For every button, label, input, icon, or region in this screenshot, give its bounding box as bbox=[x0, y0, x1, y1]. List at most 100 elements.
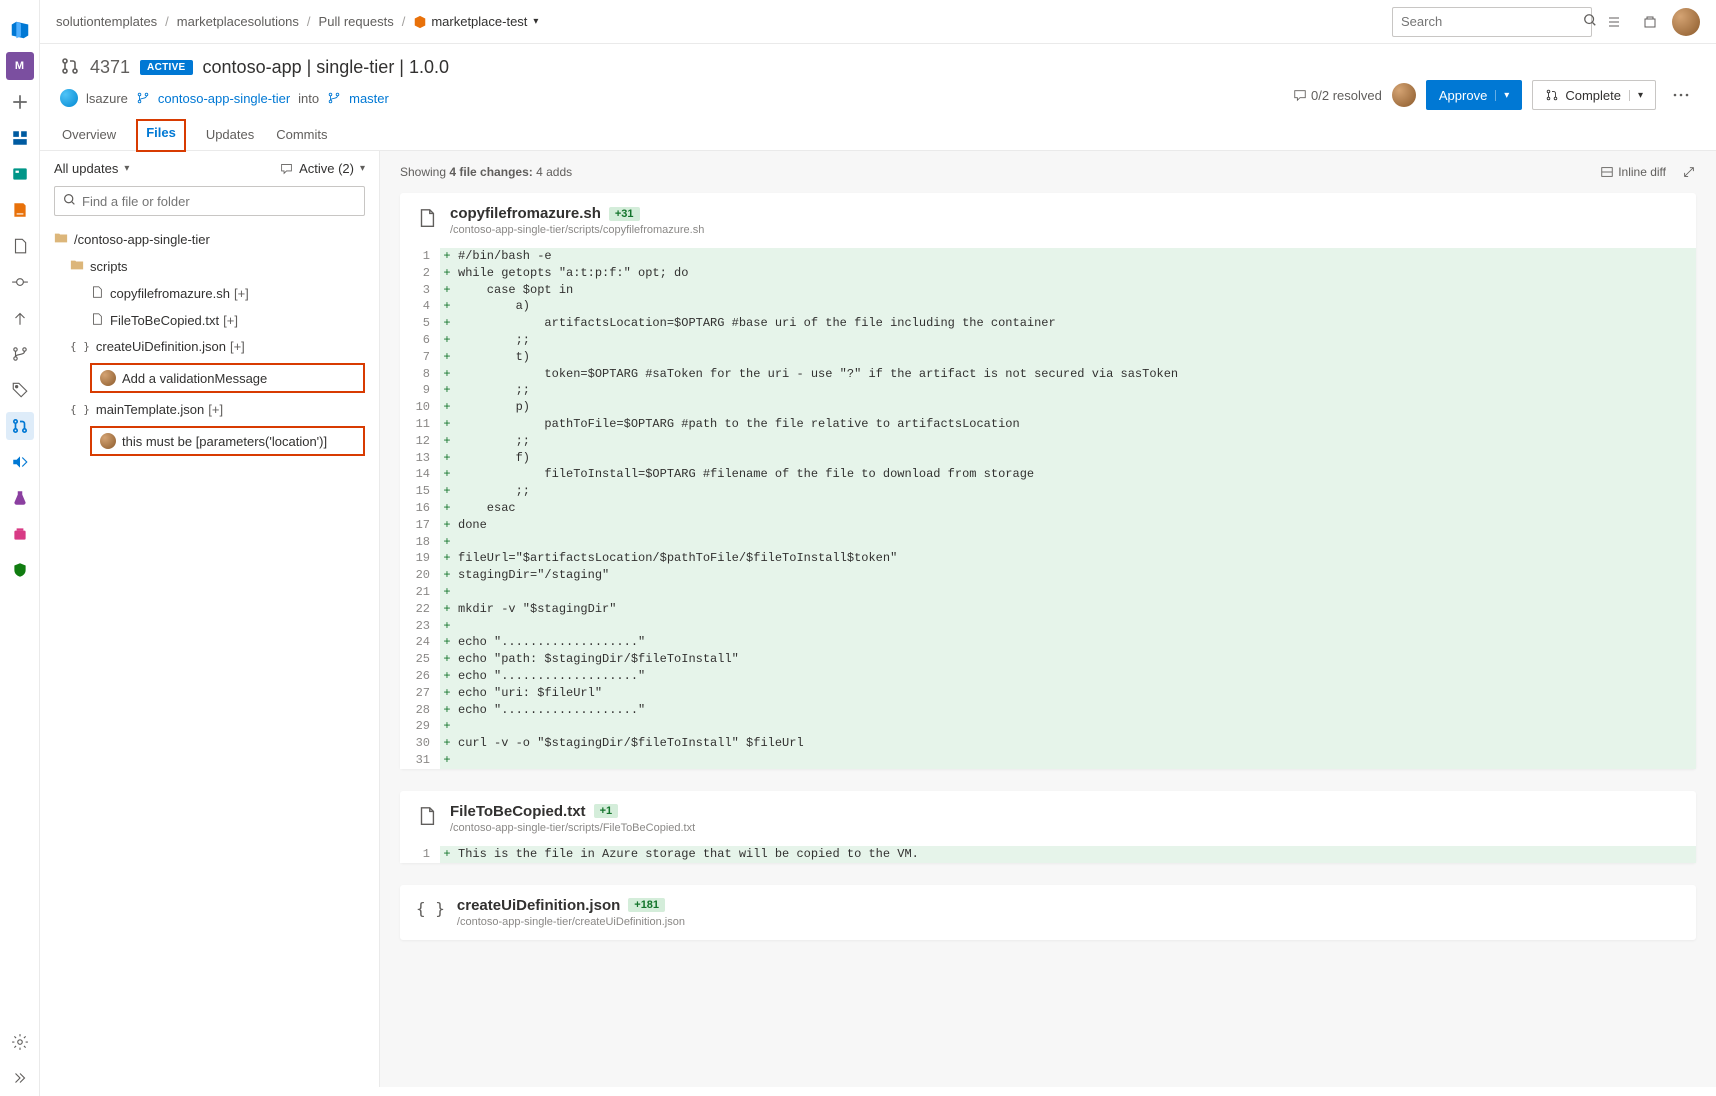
diff-line[interactable]: 19+fileUrl="$artifactsLocation/$pathToFi… bbox=[400, 550, 1696, 567]
tab-overview[interactable]: Overview bbox=[60, 121, 118, 150]
diff-line[interactable]: 16+ esac bbox=[400, 500, 1696, 517]
diff-file-name[interactable]: FileToBeCopied.txt bbox=[450, 803, 586, 820]
diff-line[interactable]: 13+ f) bbox=[400, 450, 1696, 467]
add-icon[interactable] bbox=[6, 88, 34, 116]
more-actions-button[interactable] bbox=[1666, 80, 1696, 110]
diff-line[interactable]: 6+ ;; bbox=[400, 332, 1696, 349]
test-plans-icon[interactable] bbox=[6, 484, 34, 512]
list-view-icon[interactable] bbox=[1600, 8, 1628, 36]
active-comments-dropdown[interactable]: Active (2) ▾ bbox=[280, 161, 365, 176]
pushes-icon[interactable] bbox=[6, 304, 34, 332]
tree-file[interactable]: { } mainTemplate.json [+] bbox=[40, 397, 379, 422]
diff-line[interactable]: 27+echo "uri: $fileUrl" bbox=[400, 685, 1696, 702]
diff-line[interactable]: 31+ bbox=[400, 752, 1696, 769]
json-icon: { } bbox=[70, 340, 90, 353]
complete-button[interactable]: Complete ▾ bbox=[1532, 80, 1656, 110]
tab-files[interactable]: Files bbox=[136, 119, 186, 152]
diff-line[interactable]: 2+while getopts "a:t:p:f:" opt; do bbox=[400, 265, 1696, 282]
tags-icon[interactable] bbox=[6, 376, 34, 404]
pipelines-icon[interactable] bbox=[6, 448, 34, 476]
files-icon[interactable] bbox=[6, 232, 34, 260]
tree-file-name: copyfilefromazure.sh bbox=[110, 286, 230, 301]
folder-icon bbox=[54, 231, 68, 248]
author-name: lsazure bbox=[86, 91, 128, 106]
chevron-down-icon[interactable]: ▾ bbox=[1495, 90, 1509, 101]
overview-icon[interactable] bbox=[6, 124, 34, 152]
diff-line[interactable]: 9+ ;; bbox=[400, 382, 1696, 399]
tree-root-folder[interactable]: /contoso-app-single-tier bbox=[40, 226, 379, 253]
boards-icon[interactable] bbox=[6, 160, 34, 188]
tab-updates[interactable]: Updates bbox=[204, 121, 256, 150]
security-icon[interactable] bbox=[6, 556, 34, 584]
diff-line[interactable]: 15+ ;; bbox=[400, 483, 1696, 500]
diff-line[interactable]: 18+ bbox=[400, 534, 1696, 551]
diff-line[interactable]: 28+echo "..................." bbox=[400, 702, 1696, 719]
diff-line[interactable]: 22+mkdir -v "$stagingDir" bbox=[400, 601, 1696, 618]
folder-icon bbox=[70, 258, 84, 275]
diff-line[interactable]: 5+ artifactsLocation=$OPTARG #base uri o… bbox=[400, 315, 1696, 332]
find-file-input[interactable] bbox=[82, 194, 356, 209]
line-number: 30 bbox=[400, 735, 440, 752]
artifacts-icon[interactable] bbox=[6, 520, 34, 548]
chevron-down-icon[interactable]: ▾ bbox=[1629, 90, 1643, 101]
breadcrumb-section[interactable]: Pull requests bbox=[319, 14, 394, 29]
line-number: 14 bbox=[400, 466, 440, 483]
diff-line[interactable]: 29+ bbox=[400, 718, 1696, 735]
azure-devops-logo-icon[interactable] bbox=[6, 16, 34, 44]
diff-line[interactable]: 23+ bbox=[400, 618, 1696, 635]
tab-commits[interactable]: Commits bbox=[274, 121, 329, 150]
diff-line[interactable]: 26+echo "..................." bbox=[400, 668, 1696, 685]
diff-file-name[interactable]: createUiDefinition.json bbox=[457, 897, 620, 914]
resolved-indicator[interactable]: 0/2 resolved bbox=[1293, 88, 1382, 103]
user-avatar[interactable] bbox=[1672, 8, 1700, 36]
branches-icon[interactable] bbox=[6, 340, 34, 368]
diff-line[interactable]: 30+curl -v -o "$stagingDir/$fileToInstal… bbox=[400, 735, 1696, 752]
diff-line[interactable]: 1+#/bin/bash -e bbox=[400, 248, 1696, 265]
diff-line[interactable]: 24+echo "..................." bbox=[400, 634, 1696, 651]
tree-folder-scripts[interactable]: scripts bbox=[40, 253, 379, 280]
find-file-input-wrapper[interactable] bbox=[54, 186, 365, 216]
updates-dropdown[interactable]: All updates ▾ bbox=[54, 161, 129, 176]
tree-file[interactable]: FileToBeCopied.txt [+] bbox=[40, 307, 379, 334]
marketplace-icon[interactable] bbox=[1636, 8, 1664, 36]
breadcrumb-project[interactable]: marketplacesolutions bbox=[177, 14, 299, 29]
diff-line[interactable]: 1+This is the file in Azure storage that… bbox=[400, 846, 1696, 863]
tree-comment[interactable]: this must be [parameters('location')] bbox=[90, 426, 365, 456]
tree-file[interactable]: { } createUiDefinition.json [+] bbox=[40, 334, 379, 359]
diff-line[interactable]: 12+ ;; bbox=[400, 433, 1696, 450]
diff-line[interactable]: 3+ case $opt in bbox=[400, 282, 1696, 299]
tree-file[interactable]: copyfilefromazure.sh [+] bbox=[40, 280, 379, 307]
diff-table: 1+#/bin/bash -e2+while getopts "a:t:p:f:… bbox=[400, 248, 1696, 769]
breadcrumb-org[interactable]: solutiontemplates bbox=[56, 14, 157, 29]
diff-line[interactable]: 14+ fileToInstall=$OPTARG #filename of t… bbox=[400, 466, 1696, 483]
pr-tabs: Overview Files Updates Commits bbox=[60, 121, 1696, 150]
breadcrumb-repo[interactable]: marketplace-test ▾ bbox=[413, 14, 538, 29]
pull-requests-icon[interactable] bbox=[6, 412, 34, 440]
line-number: 2 bbox=[400, 265, 440, 282]
target-branch-link[interactable]: master bbox=[349, 91, 389, 106]
diff-content: echo "uri: $fileUrl" bbox=[454, 685, 1696, 702]
diff-line[interactable]: 7+ t) bbox=[400, 349, 1696, 366]
commits-icon[interactable] bbox=[6, 268, 34, 296]
project-avatar[interactable]: M bbox=[6, 52, 34, 80]
approve-button[interactable]: Approve ▾ bbox=[1426, 80, 1522, 110]
reviewer-avatar[interactable] bbox=[1392, 83, 1416, 107]
diff-line[interactable]: 20+stagingDir="/staging" bbox=[400, 567, 1696, 584]
repos-icon[interactable] bbox=[6, 196, 34, 224]
diff-line[interactable]: 4+ a) bbox=[400, 298, 1696, 315]
collapse-icon[interactable] bbox=[6, 1064, 34, 1092]
diff-line[interactable]: 10+ p) bbox=[400, 399, 1696, 416]
diff-line[interactable]: 8+ token=$OPTARG #saToken for the uri - … bbox=[400, 366, 1696, 383]
inline-diff-toggle[interactable]: Inline diff bbox=[1600, 165, 1666, 179]
tree-comment[interactable]: Add a validationMessage bbox=[90, 363, 365, 393]
diff-line[interactable]: 11+ pathToFile=$OPTARG #path to the file… bbox=[400, 416, 1696, 433]
diff-file-name[interactable]: copyfilefromazure.sh bbox=[450, 205, 601, 222]
search-input[interactable] bbox=[1401, 14, 1577, 29]
fullscreen-button[interactable] bbox=[1682, 165, 1696, 179]
search-box[interactable] bbox=[1392, 7, 1592, 37]
diff-line[interactable]: 25+echo "path: $stagingDir/$fileToInstal… bbox=[400, 651, 1696, 668]
source-branch-link[interactable]: contoso-app-single-tier bbox=[158, 91, 290, 106]
diff-line[interactable]: 17+done bbox=[400, 517, 1696, 534]
diff-line[interactable]: 21+ bbox=[400, 584, 1696, 601]
settings-icon[interactable] bbox=[6, 1028, 34, 1056]
